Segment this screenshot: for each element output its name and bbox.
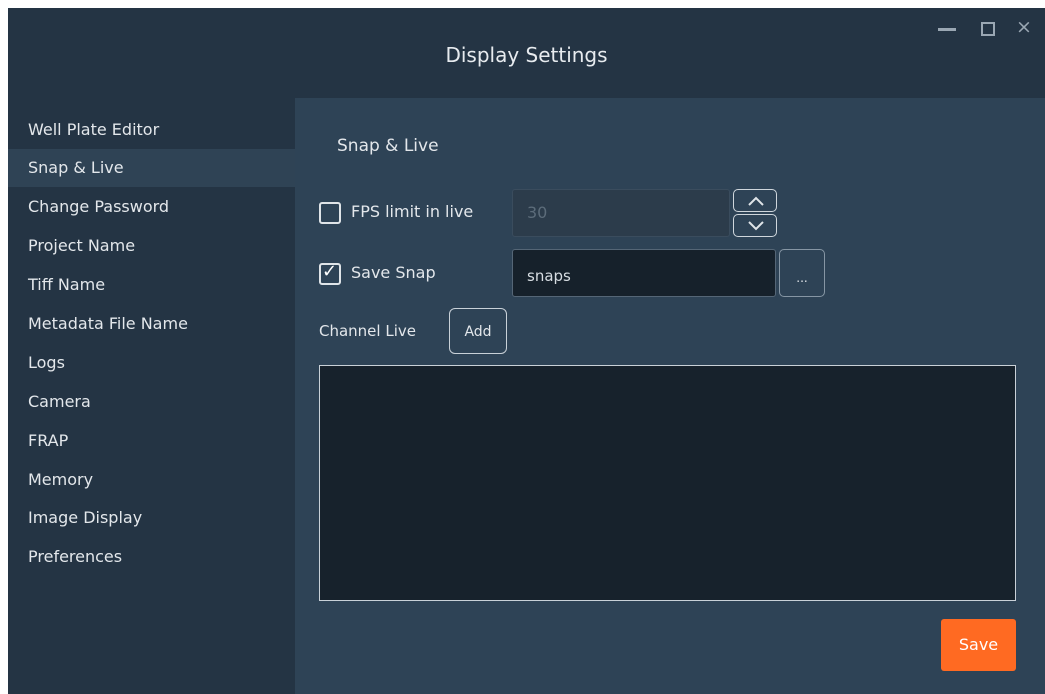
sidebar-item-tiff-name[interactable]: Tiff Name xyxy=(8,266,295,304)
sidebar-item-change-password[interactable]: Change Password xyxy=(8,188,295,226)
fps-limit-input[interactable]: 30 xyxy=(512,189,730,237)
save-snap-checkbox[interactable]: ✓ xyxy=(319,261,341,285)
sidebar-item-well-plate-editor[interactable]: Well Plate Editor xyxy=(8,111,295,149)
checkmark-icon: ✓ xyxy=(322,261,338,282)
browse-folder-button[interactable]: ... xyxy=(779,249,825,297)
sidebar: Well Plate Editor Snap & Live Change Pas… xyxy=(8,98,295,694)
sidebar-item-logs[interactable]: Logs xyxy=(8,344,295,382)
sidebar-item-preferences[interactable]: Preferences xyxy=(8,538,295,576)
chevron-up-icon xyxy=(748,196,764,206)
fps-limit-checkbox[interactable] xyxy=(319,202,341,224)
close-icon[interactable]: × xyxy=(1016,18,1032,37)
fps-limit-label: FPS limit in live xyxy=(351,202,474,221)
channel-live-label: Channel Live xyxy=(319,322,416,340)
channel-live-list[interactable] xyxy=(319,365,1016,601)
maximize-icon[interactable] xyxy=(981,22,995,36)
fps-stepper xyxy=(733,189,777,237)
save-snap-folder-input[interactable]: snaps xyxy=(512,249,776,297)
sidebar-item-project-name[interactable]: Project Name xyxy=(8,227,295,265)
settings-panel: Snap & Live FPS limit in live 30 ✓ Save … xyxy=(295,98,1045,694)
title-bar: Display Settings × xyxy=(8,8,1045,98)
sidebar-item-camera[interactable]: Camera xyxy=(8,383,295,421)
sidebar-item-snap-live[interactable]: Snap & Live xyxy=(8,149,295,187)
save-snap-label: Save Snap xyxy=(351,263,436,282)
settings-window: Display Settings × Well Plate Editor Sna… xyxy=(8,8,1045,694)
fps-decrement-button[interactable] xyxy=(733,214,777,237)
sidebar-item-memory[interactable]: Memory xyxy=(8,461,295,499)
window-title: Display Settings xyxy=(445,43,608,67)
add-channel-button[interactable]: Add xyxy=(449,308,507,354)
sidebar-item-metadata-file-name[interactable]: Metadata File Name xyxy=(8,305,295,343)
chevron-down-icon xyxy=(748,221,764,231)
minimize-icon[interactable] xyxy=(938,28,956,31)
fps-increment-button[interactable] xyxy=(733,189,777,212)
save-button[interactable]: Save xyxy=(941,619,1016,671)
sidebar-item-frap[interactable]: FRAP xyxy=(8,422,295,460)
sidebar-item-image-display[interactable]: Image Display xyxy=(8,499,295,537)
section-title: Snap & Live xyxy=(337,136,439,156)
